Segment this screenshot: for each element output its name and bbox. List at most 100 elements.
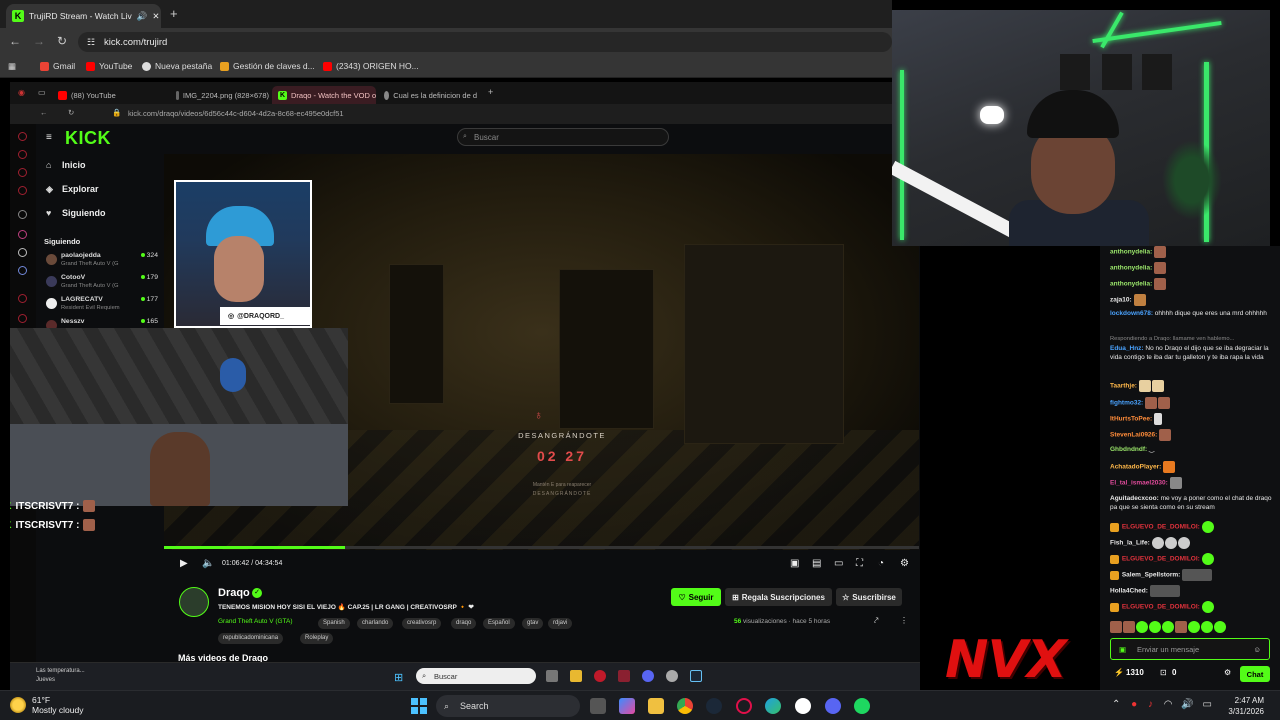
chat-username[interactable]: Aguitadecxcoo:: [1110, 495, 1159, 502]
chat-username[interactable]: anthonydelia:: [1110, 249, 1152, 256]
outer-address-bar[interactable]: ☷ kick.com/trujird: [78, 32, 892, 52]
file-explorer-icon[interactable]: [570, 670, 582, 682]
forward-button[interactable]: →: [33, 34, 45, 48]
chat-username[interactable]: StevenLai0926:: [1110, 432, 1157, 439]
apps-grid-icon[interactable]: ▦: [8, 61, 16, 72]
inner-tab-draqo[interactable]: K Draqo - Watch the VOD o: [272, 86, 376, 104]
theater-icon[interactable]: ▤: [812, 558, 821, 569]
network-icon[interactable]: ◠: [1164, 699, 1173, 710]
discord-icon[interactable]: [642, 670, 654, 682]
file-explorer-icon[interactable]: [648, 698, 664, 714]
rail-icon[interactable]: [18, 210, 27, 219]
chat-settings-gear-icon[interactable]: ⚙: [1224, 668, 1231, 677]
inner-weather-widget[interactable]: Las temperatura... Jueves: [18, 667, 85, 685]
rail-icon[interactable]: [18, 314, 27, 323]
tag[interactable]: charlando: [357, 618, 394, 629]
pip-icon[interactable]: ▭: [834, 558, 843, 569]
chat-username[interactable]: ELGUEVO_DE_DOMILOI:: [1122, 556, 1200, 563]
bookmark-password-manager[interactable]: Gestión de claves d...: [220, 61, 315, 71]
task-view-icon[interactable]: [590, 698, 606, 714]
bookmark-new-tab[interactable]: Nueva pestaña: [142, 61, 212, 71]
taskbar-search[interactable]: ⌕ Search: [436, 695, 580, 717]
tag[interactable]: draqo: [451, 618, 477, 629]
chat-send-button[interactable]: Chat: [1240, 666, 1270, 682]
steam-icon[interactable]: [706, 698, 722, 714]
kick-points-icon[interactable]: ⚡: [1114, 668, 1124, 677]
hamburger-menu-icon[interactable]: ≡: [46, 132, 52, 143]
following-channel[interactable]: paolaojedda Grand Theft Auto V (G 324: [46, 252, 158, 272]
chat-username[interactable]: anthonydelia:: [1110, 265, 1152, 272]
nav-siguiendo[interactable]: ♥ Siguiendo: [46, 208, 106, 218]
chat-username[interactable]: fightmo32:: [1110, 400, 1143, 407]
kick-logo[interactable]: KICK: [65, 128, 111, 149]
inner-tab-image[interactable]: IMG_2204.png (828×678): [170, 86, 275, 104]
task-view-icon[interactable]: [546, 670, 558, 682]
nav-explorar[interactable]: ◈ Explorar: [46, 184, 99, 194]
bookmark-youtube[interactable]: YouTube: [86, 61, 132, 71]
speed-icon[interactable]: ◔: [878, 558, 884, 569]
chat-username[interactable]: Edua_Hnz:: [1110, 345, 1144, 352]
discord-icon[interactable]: [825, 698, 841, 714]
chat-username[interactable]: Taarthje:: [1110, 383, 1137, 390]
fullscreen-icon[interactable]: ⛶: [856, 558, 863, 569]
microphone-icon[interactable]: ♪: [1148, 699, 1153, 710]
channel-name[interactable]: Draqo: [218, 587, 250, 599]
site-info-icon[interactable]: ☷: [87, 37, 95, 48]
openai-icon[interactable]: [795, 698, 811, 714]
opera-gx-icon[interactable]: [736, 698, 752, 714]
tag[interactable]: Spanish: [318, 618, 350, 629]
weather-widget[interactable]: 61°F Mostly cloudy: [10, 695, 84, 715]
close-tab-icon[interactable]: ✕: [152, 11, 159, 22]
emoji-icon[interactable]: ☺: [1253, 645, 1261, 654]
rail-icon[interactable]: [18, 266, 27, 275]
bookmark-origen[interactable]: (2343) ORIGEN HO...: [323, 61, 419, 71]
following-channel[interactable]: LAGRECATV Resident Evil Requiem 177: [46, 296, 158, 316]
chat-username[interactable]: Holla4Ched:: [1110, 588, 1148, 595]
channel-avatar[interactable]: [179, 587, 209, 617]
inner-tab-search[interactable]: Cual es la definicion de d: [378, 86, 483, 104]
stream-category[interactable]: Grand Theft Auto V (GTA): [218, 618, 293, 625]
kick-search-input[interactable]: ⌕ Buscar: [457, 128, 669, 146]
speaker-icon[interactable]: 🔊: [137, 11, 148, 22]
rail-icon[interactable]: [18, 230, 27, 239]
chat-username[interactable]: AchatadoPlayer:: [1110, 464, 1161, 471]
share-icon[interactable]: ⤤: [874, 616, 879, 626]
inner-back-button[interactable]: ←: [40, 108, 48, 117]
rail-icon[interactable]: [18, 186, 27, 195]
app-icon[interactable]: [666, 670, 678, 682]
back-button[interactable]: ←: [9, 34, 21, 48]
chat-username[interactable]: ELGUEVO_DE_DOMILOI:: [1122, 604, 1200, 611]
tag[interactable]: republicadominicana: [218, 633, 284, 644]
follow-button[interactable]: ♡ Seguir: [671, 588, 721, 606]
inner-reload-button[interactable]: ↻: [68, 108, 74, 117]
reload-button[interactable]: ↻: [57, 34, 67, 48]
inner-url-text[interactable]: kick.com/draqo/videos/6d56c44c-d604-4d2a…: [128, 109, 344, 118]
tag[interactable]: rdjavi: [548, 618, 573, 629]
play-button[interactable]: ▶: [180, 558, 188, 569]
tag[interactable]: creativosrp: [402, 618, 442, 629]
settings-gear-icon[interactable]: ⚙: [900, 558, 909, 569]
tag[interactable]: Roleplay: [300, 633, 334, 644]
chat-username[interactable]: zaja10:: [1110, 297, 1132, 304]
chrome-icon[interactable]: [677, 698, 693, 714]
gift-icon[interactable]: ⊡: [1160, 668, 1167, 677]
tray-chevron-icon[interactable]: ⌃: [1112, 699, 1120, 710]
windows-start-icon[interactable]: ⊞: [394, 671, 403, 684]
volume-icon[interactable]: 🔊: [1181, 699, 1193, 710]
video-progress-bar[interactable]: [164, 546, 919, 549]
tag[interactable]: Español: [483, 618, 515, 629]
tray-app-icon[interactable]: ●: [1131, 699, 1137, 710]
rail-icon[interactable]: [18, 248, 27, 257]
spotify-icon[interactable]: [854, 698, 870, 714]
battery-icon[interactable]: ▭: [1203, 699, 1212, 710]
chat-username[interactable]: lockdown678:: [1110, 310, 1153, 317]
chat-username[interactable]: anthonydelia:: [1110, 281, 1152, 288]
miniplayer-icon[interactable]: ▣: [790, 558, 799, 569]
inner-tabs-icon[interactable]: ▭: [38, 88, 46, 97]
chat-message-input[interactable]: ▣ Enviar un mensaje ☺: [1110, 638, 1270, 660]
outer-tab-active[interactable]: K TrujiRD Stream - Watch Liv 🔊 ✕: [6, 4, 161, 28]
more-options-icon[interactable]: ⋮: [900, 616, 908, 625]
rail-icon[interactable]: [18, 132, 27, 141]
nav-inicio[interactable]: ⌂ Inicio: [46, 160, 86, 170]
rail-icon[interactable]: [18, 150, 27, 159]
